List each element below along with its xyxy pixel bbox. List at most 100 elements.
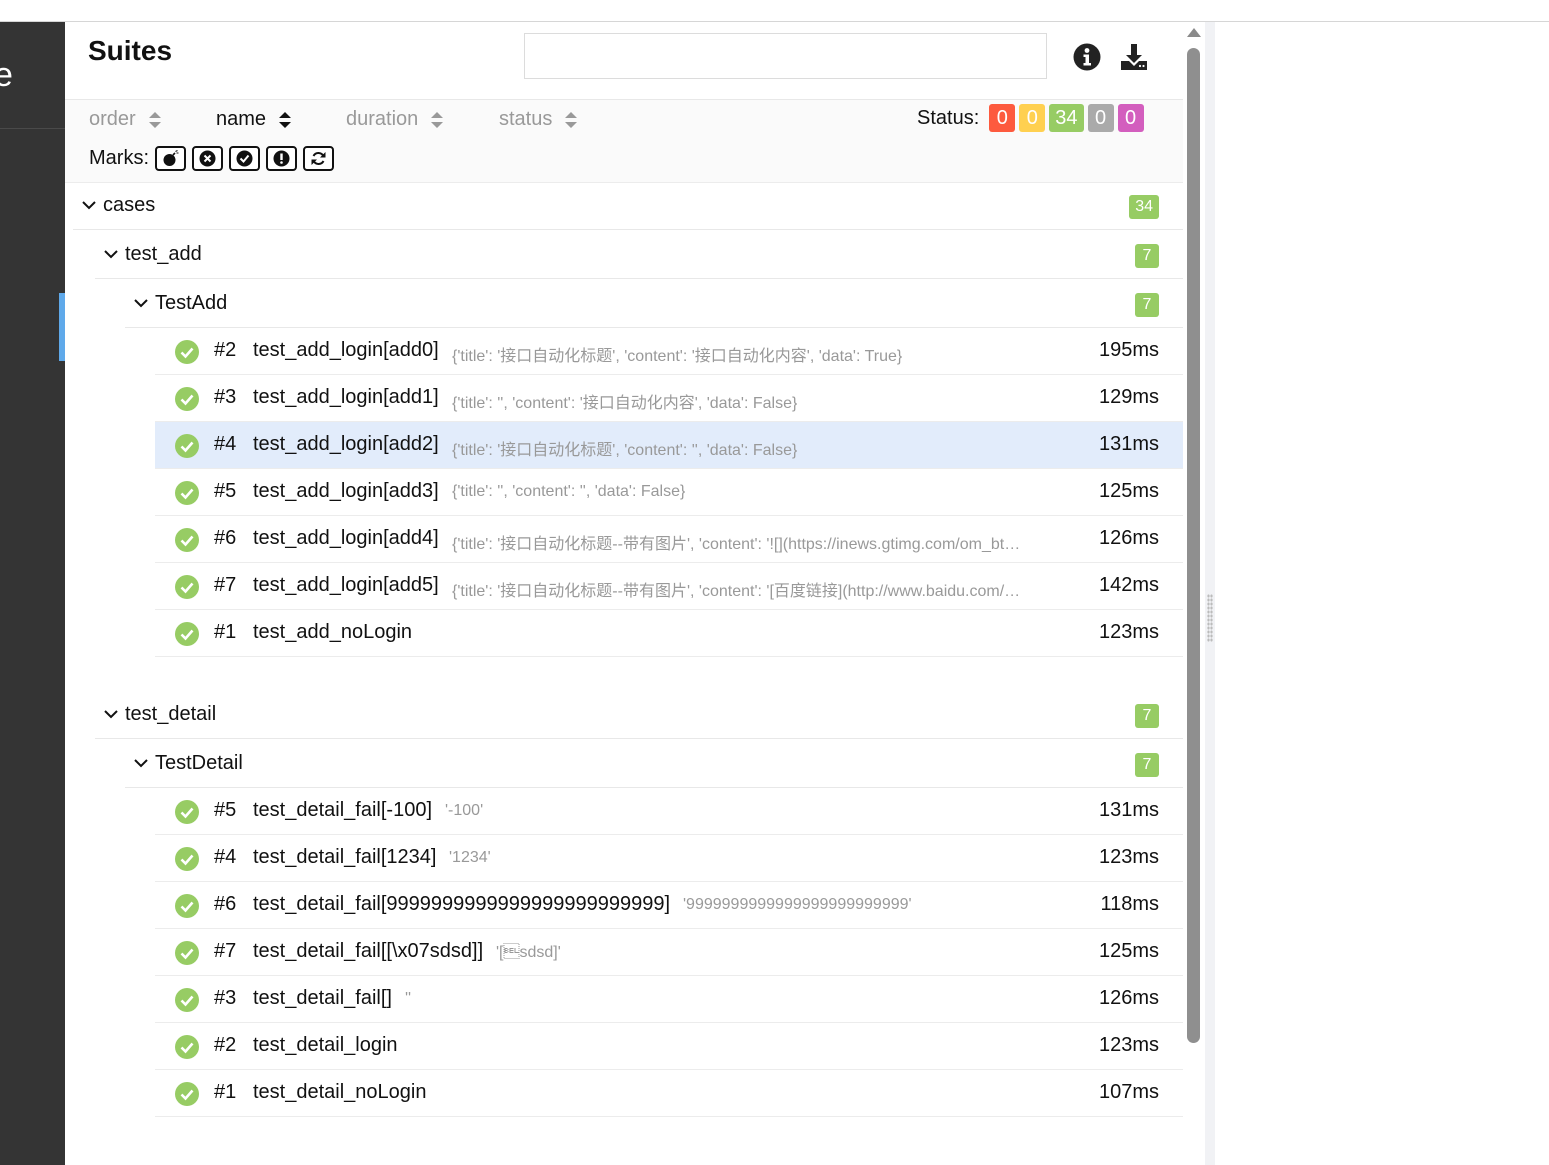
- case-name: test_detail_fail[-100]: [253, 799, 433, 821]
- passed-check-icon: [175, 941, 199, 965]
- sidebar: e: [0, 22, 65, 1165]
- sort-duration[interactable]: duration: [346, 108, 444, 131]
- download-icon[interactable]: [1119, 42, 1149, 72]
- test-case-row[interactable]: #1 test_add_noLogin 123ms: [155, 610, 1183, 657]
- sort-name-label: name: [216, 108, 267, 130]
- sort-status[interactable]: status: [499, 108, 578, 131]
- status-unknown-badge[interactable]: 0: [1117, 104, 1144, 132]
- case-params: {'title': '', 'content': '', 'data': Fal…: [452, 483, 686, 500]
- passed-check-icon: [175, 988, 199, 1012]
- chevron-down-icon: [134, 299, 148, 308]
- case-params: '-100': [445, 802, 484, 819]
- test-case-row[interactable]: #6 test_detail_fail[999999999999999999999…: [155, 882, 1183, 929]
- times-circle-icon: [199, 150, 216, 167]
- sort-duration-label: duration: [346, 108, 419, 130]
- case-number: #2: [214, 1034, 237, 1056]
- test-case-row[interactable]: #3 test_detail_fail[] '' 126ms: [155, 976, 1183, 1023]
- scroll-up-arrow[interactable]: [1187, 28, 1201, 37]
- case-number: #1: [214, 621, 237, 643]
- status-failed-badge[interactable]: 0: [989, 104, 1016, 132]
- scroll-thumb[interactable]: [1187, 48, 1200, 1043]
- test-case-row[interactable]: #5 test_add_login[add3] {'title': '', 'con…: [155, 469, 1183, 516]
- case-name: test_add_login[add2]: [253, 433, 439, 455]
- tree-class-row[interactable]: TestDetail 7: [125, 739, 1183, 788]
- mark-flaky-button[interactable]: [155, 146, 186, 171]
- case-duration: 123ms: [1098, 1034, 1159, 1056]
- toolbar: order name duration status Status: 0 0 3…: [65, 100, 1183, 183]
- refresh-icon: [311, 152, 326, 165]
- case-params: '': [405, 990, 412, 1007]
- case-duration: 142ms: [1098, 574, 1159, 596]
- test-case-row[interactable]: #5 test_detail_fail[-100] '-100' 131ms: [155, 788, 1183, 835]
- case-name: test_add_login[add0]: [253, 339, 439, 361]
- test-case-row[interactable]: #6 test_add_login[add4] {'title': '接口自动化标题…: [155, 516, 1183, 563]
- splitter-grip[interactable]: [1207, 594, 1213, 642]
- pane-header: Suites: [65, 22, 1183, 100]
- status-filter: Status: 0 0 34 0 0: [917, 104, 1144, 132]
- case-params: '9999999999999999999999999': [683, 896, 912, 913]
- group-count-badge: 7: [1135, 753, 1159, 777]
- passed-check-icon: [175, 622, 199, 646]
- case-duration: 107ms: [1098, 1081, 1159, 1103]
- case-duration: 125ms: [1098, 480, 1159, 502]
- sort-icon: [148, 111, 161, 128]
- status-skipped-badge[interactable]: 0: [1087, 104, 1114, 132]
- mark-new-failed-button[interactable]: [192, 146, 223, 171]
- case-duration: 126ms: [1098, 987, 1159, 1009]
- test-case-row[interactable]: #2 test_detail_login 123ms: [155, 1023, 1183, 1070]
- sidebar-divider: [0, 128, 65, 129]
- test-case-row[interactable]: #7 test_detail_fail[[\x07sdsd]] '[sdsd]' 1…: [155, 929, 1183, 976]
- search-input[interactable]: [524, 33, 1047, 79]
- case-name: test_add_login[add4]: [253, 527, 439, 549]
- case-number: #7: [214, 574, 237, 596]
- scrollbar[interactable]: [1183, 22, 1205, 1165]
- info-circle-icon[interactable]: [1072, 42, 1102, 72]
- case-params: {'title': '接口自动化标题', 'content': '接口自动化内容…: [452, 348, 903, 365]
- case-duration: 129ms: [1098, 386, 1159, 408]
- group-count-badge: 7: [1135, 244, 1159, 268]
- mark-retries-button[interactable]: [303, 146, 334, 171]
- case-number: #1: [214, 1081, 237, 1103]
- test-case-row[interactable]: #3 test_add_login[add1] {'title': '', 'con…: [155, 375, 1183, 422]
- sort-status-label: status: [499, 108, 553, 130]
- passed-check-icon: [175, 1082, 199, 1106]
- status-label: Status:: [917, 106, 980, 129]
- case-params: '1234': [449, 849, 491, 866]
- pane-splitter[interactable]: [1205, 22, 1215, 1165]
- passed-check-icon: [175, 528, 199, 552]
- chevron-down-icon: [104, 250, 118, 259]
- bomb-icon: [163, 150, 179, 166]
- status-broken-badge[interactable]: 0: [1019, 104, 1046, 132]
- sort-icon: [565, 111, 578, 128]
- test-case-row[interactable]: #4 test_detail_fail[1234] '1234' 123ms: [155, 835, 1183, 882]
- passed-check-icon: [175, 481, 199, 505]
- case-name: test_add_noLogin: [253, 621, 413, 643]
- tree-module-row[interactable]: test_detail 7: [95, 690, 1183, 739]
- tree-class-row[interactable]: TestAdd 7: [125, 279, 1183, 328]
- case-params: {'title': '', 'content': '接口自动化内容', 'dat…: [452, 395, 798, 412]
- test-case-row[interactable]: #2 test_add_login[add0] {'title': '接口自动化标题…: [155, 328, 1183, 375]
- group-name: test_add: [125, 242, 202, 265]
- passed-check-icon: [175, 575, 199, 599]
- case-number: #3: [214, 386, 237, 408]
- tree-module-row[interactable]: test_add 7: [95, 230, 1183, 279]
- test-case-row[interactable]: #7 test_add_login[add5] {'title': '接口自动化标题…: [155, 563, 1183, 610]
- tree-root-cases[interactable]: cases 34: [73, 181, 1183, 230]
- test-case-row[interactable]: #1 test_detail_noLogin 107ms: [155, 1070, 1183, 1117]
- group-name: cases: [103, 193, 156, 216]
- case-number: #6: [214, 527, 237, 549]
- status-passed-badge[interactable]: 34: [1049, 104, 1084, 132]
- mark-new-passed-button[interactable]: [229, 146, 260, 171]
- sort-icon: [279, 111, 292, 128]
- case-number: #2: [214, 339, 237, 361]
- case-duration: 131ms: [1098, 433, 1159, 455]
- sort-order[interactable]: order: [89, 108, 162, 131]
- passed-check-icon: [175, 387, 199, 411]
- passed-check-icon: [175, 847, 199, 871]
- mark-new-broken-button[interactable]: [266, 146, 297, 171]
- case-name: test_detail_fail[1234]: [253, 846, 437, 868]
- case-name: test_detail_noLogin: [253, 1081, 427, 1103]
- test-case-row[interactable]: #4 test_add_login[add2] {'title': '接口自动化标题…: [155, 422, 1183, 469]
- case-duration: 126ms: [1098, 527, 1159, 549]
- sort-name[interactable]: name: [216, 108, 292, 131]
